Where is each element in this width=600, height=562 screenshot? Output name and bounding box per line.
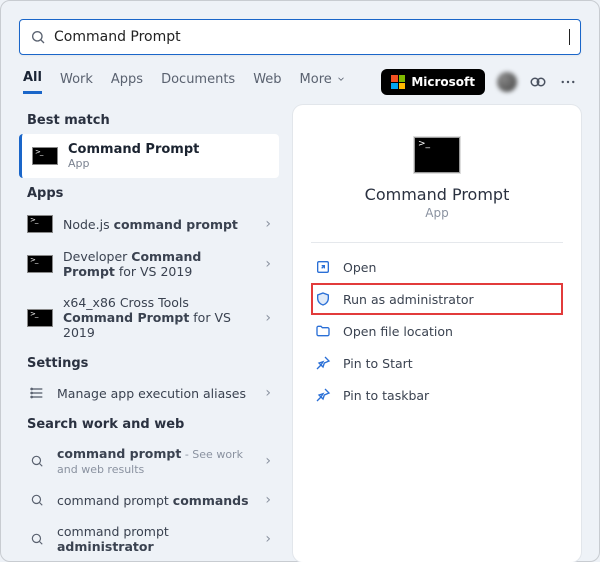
tab-more[interactable]: More: [300, 70, 346, 94]
chevron-right-icon: ›: [265, 216, 271, 232]
text-caret: [569, 29, 570, 45]
filter-tabs: All Work Apps Documents Web More: [23, 70, 346, 94]
apps-heading: Apps: [19, 178, 279, 207]
action-open[interactable]: Open: [311, 251, 563, 283]
action-pin-taskbar[interactable]: Pin to taskbar: [311, 379, 563, 411]
web-result-1[interactable]: command prompt - See work and web result…: [19, 438, 279, 484]
pin-icon: [315, 355, 331, 371]
more-options-icon[interactable]: [559, 73, 577, 91]
pin-icon: [315, 387, 331, 403]
preview-pane: Command Prompt App Open Run as administr…: [293, 105, 581, 562]
action-open-location[interactable]: Open file location: [311, 315, 563, 347]
settings-result-1-label: Manage app execution aliases: [57, 386, 255, 401]
command-prompt-icon: [32, 147, 58, 165]
command-prompt-icon: [27, 215, 53, 233]
tab-documents[interactable]: Documents: [161, 70, 235, 94]
avatar[interactable]: [497, 72, 517, 92]
tab-apps[interactable]: Apps: [111, 70, 143, 94]
preview-title: Command Prompt: [311, 185, 563, 204]
web-result-1-label: command prompt - See work and web result…: [57, 446, 255, 476]
rewards-icon[interactable]: [529, 73, 547, 91]
tabs-row: All Work Apps Documents Web More Microso…: [19, 69, 581, 95]
microsoft-badge-label: Microsoft: [411, 75, 475, 89]
chevron-right-icon: ›: [265, 453, 271, 469]
action-pin-start-label: Pin to Start: [343, 356, 413, 371]
app-result-2[interactable]: Developer Command Prompt for VS 2019 ›: [19, 241, 279, 287]
best-match-subtitle: App: [68, 157, 199, 170]
action-run-admin[interactable]: Run as administrator: [311, 283, 563, 315]
command-prompt-icon: [27, 309, 53, 327]
command-prompt-icon: [414, 137, 460, 173]
main-content: Best match Command Prompt App Apps Node.…: [19, 105, 581, 562]
preview-subtitle: App: [311, 206, 563, 220]
command-prompt-icon: [27, 255, 53, 273]
app-result-3[interactable]: x64_x86 Cross Tools Command Prompt for V…: [19, 287, 279, 348]
shield-icon: [315, 291, 331, 307]
aliases-icon: [27, 385, 47, 401]
chevron-right-icon: ›: [265, 256, 271, 272]
best-match-item[interactable]: Command Prompt App: [19, 134, 279, 178]
folder-icon: [315, 323, 331, 339]
web-result-2[interactable]: command prompt commands ›: [19, 484, 279, 516]
app-result-3-label: x64_x86 Cross Tools Command Prompt for V…: [63, 295, 255, 340]
best-match-heading: Best match: [19, 105, 279, 134]
web-result-3-label: command prompt administrator: [57, 524, 255, 554]
microsoft-badge[interactable]: Microsoft: [381, 69, 485, 95]
results-pane: Best match Command Prompt App Apps Node.…: [19, 105, 279, 562]
settings-heading: Settings: [19, 348, 279, 377]
chevron-right-icon: ›: [265, 492, 271, 508]
action-run-admin-label: Run as administrator: [343, 292, 474, 307]
app-result-1-label: Node.js command prompt: [63, 217, 255, 232]
tab-all[interactable]: All: [23, 70, 42, 94]
divider: [311, 242, 563, 243]
search-work-web-heading: Search work and web: [19, 409, 279, 438]
web-result-3[interactable]: command prompt administrator ›: [19, 516, 279, 562]
search-icon: [27, 532, 47, 546]
tab-more-label: More: [300, 72, 332, 87]
web-result-2-label: command prompt commands: [57, 493, 255, 508]
search-box[interactable]: Command Prompt: [19, 19, 581, 55]
action-pin-start[interactable]: Pin to Start: [311, 347, 563, 379]
action-pin-taskbar-label: Pin to taskbar: [343, 388, 429, 403]
header-right: Microsoft: [381, 69, 577, 95]
app-result-2-label: Developer Command Prompt for VS 2019: [63, 249, 255, 279]
chevron-down-icon: [336, 74, 346, 84]
best-match-title: Command Prompt: [68, 142, 199, 157]
app-result-1[interactable]: Node.js command prompt ›: [19, 207, 279, 241]
tab-web[interactable]: Web: [253, 70, 281, 94]
action-open-location-label: Open file location: [343, 324, 453, 339]
tab-work[interactable]: Work: [60, 70, 93, 94]
chevron-right-icon: ›: [265, 385, 271, 401]
search-icon: [27, 454, 47, 468]
action-open-label: Open: [343, 260, 376, 275]
microsoft-logo-icon: [391, 75, 405, 89]
search-icon: [27, 493, 47, 507]
chevron-right-icon: ›: [265, 310, 271, 326]
chevron-right-icon: ›: [265, 531, 271, 547]
open-icon: [315, 259, 331, 275]
settings-result-1[interactable]: Manage app execution aliases ›: [19, 377, 279, 409]
search-icon: [30, 29, 46, 45]
search-input[interactable]: Command Prompt: [46, 29, 569, 45]
